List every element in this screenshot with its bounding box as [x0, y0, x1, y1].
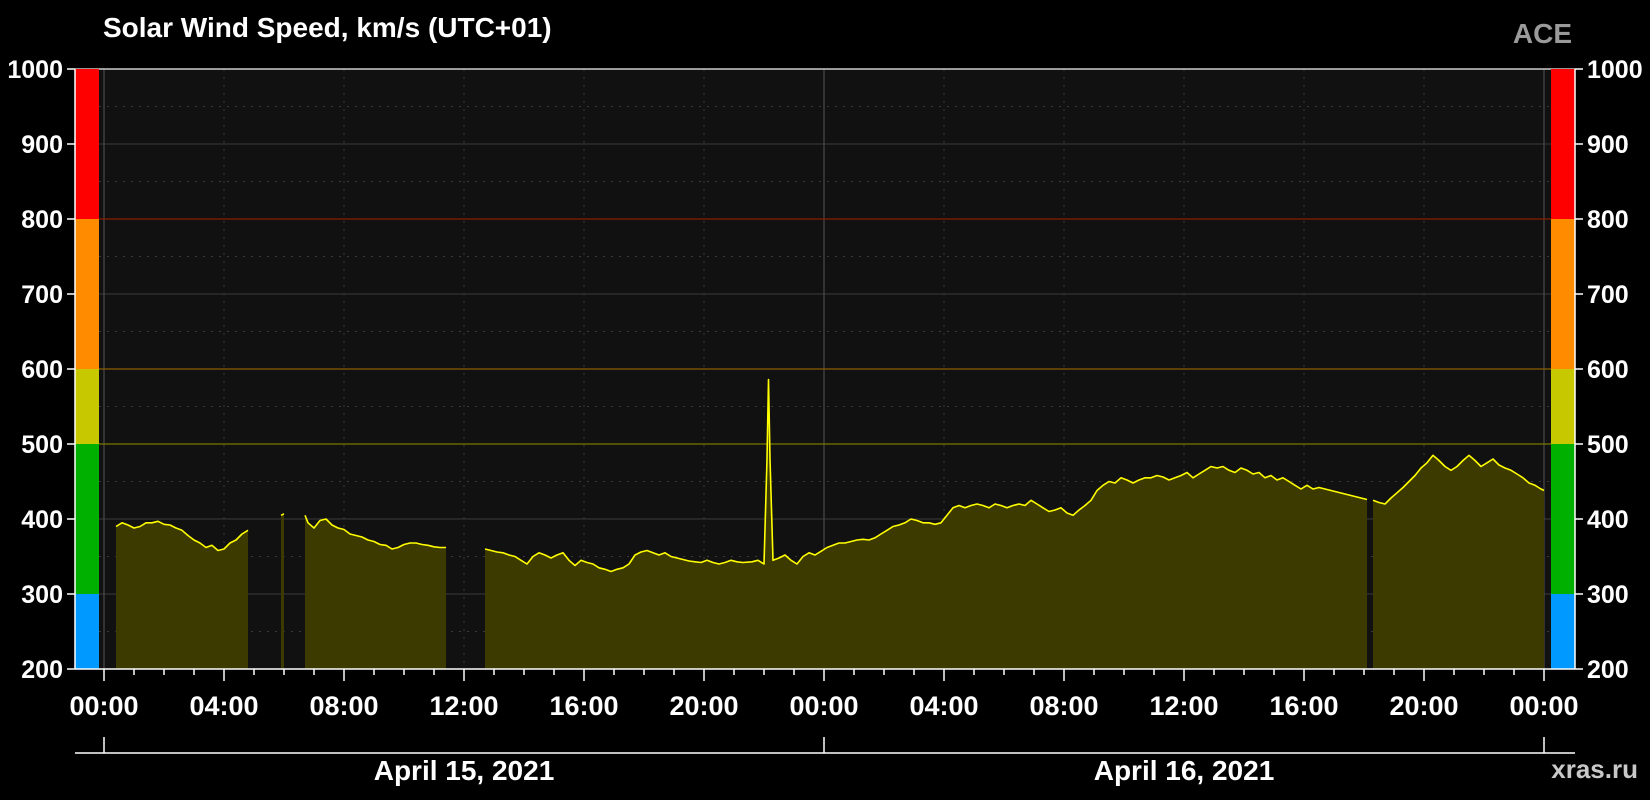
- date-label: April 16, 2021: [1094, 755, 1275, 786]
- x-tick-label: 00:00: [1509, 691, 1578, 721]
- x-tick-label: 08:00: [309, 691, 378, 721]
- y-tick-label: 400: [21, 506, 63, 534]
- y-axis-left: 200 300 400 500 600 700 800 900 1000: [7, 56, 76, 684]
- x-tick-label: 16:00: [1269, 691, 1338, 721]
- x-tick-label: 20:00: [669, 691, 738, 721]
- y-tick-label: 500: [1587, 431, 1629, 459]
- x-tick-label: 00:00: [789, 691, 858, 721]
- y-axis-right: 200 300 400 500 600 700 800 900 1000: [1574, 56, 1643, 684]
- date-label: April 15, 2021: [374, 755, 555, 786]
- y-tick-label: 400: [1587, 506, 1629, 534]
- speed-area: [281, 513, 284, 669]
- x-tick-label: 16:00: [549, 691, 618, 721]
- color-band: [75, 369, 99, 444]
- y-tick-label: 1000: [1587, 56, 1643, 84]
- color-band: [75, 69, 99, 219]
- x-tick-label: 20:00: [1389, 691, 1458, 721]
- color-band: [1551, 69, 1575, 219]
- color-band: [75, 219, 99, 369]
- y-tick-label: 300: [1587, 581, 1629, 609]
- y-tick-label: 600: [21, 356, 63, 384]
- color-band: [75, 444, 99, 594]
- color-band: [1551, 444, 1575, 594]
- y-tick-label: 900: [21, 131, 63, 159]
- color-scale-right: [1551, 69, 1575, 669]
- x-tick-label: 04:00: [189, 691, 258, 721]
- x-tick-label: 04:00: [909, 691, 978, 721]
- y-tick-label: 700: [1587, 281, 1629, 309]
- y-tick-label: 800: [21, 206, 63, 234]
- date-axis: April 15, 2021 April 16, 2021: [75, 737, 1575, 786]
- x-tick-label: 08:00: [1029, 691, 1098, 721]
- color-band: [1551, 594, 1575, 669]
- x-tick-label: 00:00: [69, 691, 138, 721]
- y-tick-label: 200: [21, 656, 63, 684]
- y-tick-label: 200: [1587, 656, 1629, 684]
- y-tick-label: 800: [1587, 206, 1629, 234]
- color-scale-left: [75, 69, 99, 669]
- y-tick-label: 700: [21, 281, 63, 309]
- y-tick-label: 900: [1587, 131, 1629, 159]
- y-tick-label: 1000: [7, 56, 63, 84]
- y-tick-label: 500: [21, 431, 63, 459]
- x-tick-label: 12:00: [429, 691, 498, 721]
- x-axis: 00:00 04:00 08:00 12:00 16:00 20:00 00:00 04:00…: [69, 668, 1579, 721]
- color-band: [1551, 219, 1575, 369]
- color-band: [1551, 369, 1575, 444]
- y-tick-label: 300: [21, 581, 63, 609]
- x-tick-label: 12:00: [1149, 691, 1218, 721]
- y-tick-label: 600: [1587, 356, 1629, 384]
- solar-wind-chart: 200 300 400 500 600 700 800 900 1000 200 300 400 50…: [7, 56, 1643, 786]
- color-band: [75, 594, 99, 669]
